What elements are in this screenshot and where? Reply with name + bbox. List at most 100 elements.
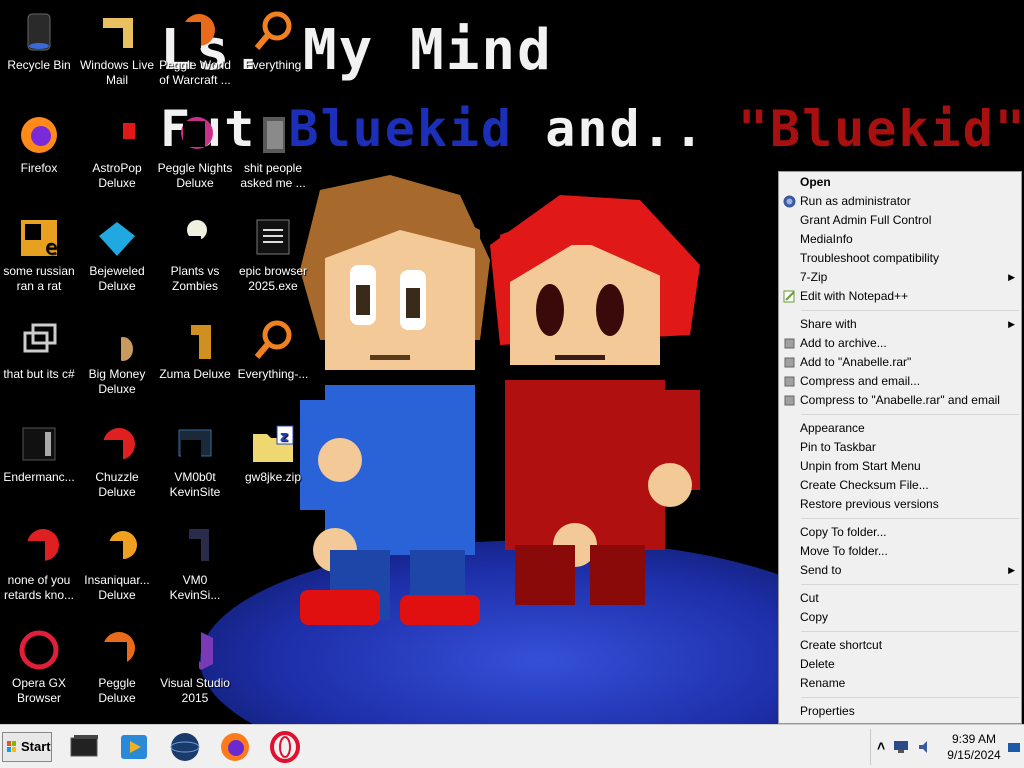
desktop-icon-label: Peggle World of Warcraft ... [159,58,231,87]
menu-item-label: Move To folder... [800,544,888,558]
action-center-icon[interactable] [1007,741,1021,755]
desktop-icon-everything-2[interactable]: Everything-... [234,317,312,382]
menu-item-label: Compress and email... [800,374,921,388]
opera-icon[interactable] [268,730,302,764]
menu-item-create-checksum-file[interactable]: Create Checksum File... [779,476,1021,495]
menu-item-compress-and-email[interactable]: Compress and email... [779,372,1021,391]
start-button[interactable]: Start [2,732,52,762]
menu-item-label: Restore previous versions [800,497,939,511]
network-icon[interactable] [893,740,909,754]
desktop-icon-opera-gx[interactable]: Opera GX Browser [0,626,78,706]
menu-separator [801,584,1019,585]
search-magnifier-icon [254,11,292,50]
menu-item-label: Create Checksum File... [800,478,929,492]
menu-item-label: Compress to "Anabelle.rar" and email [800,393,1000,407]
desktop-icon-vm0b0t-kevinsite[interactable]: VM0b0t KevinSite [156,420,234,500]
menu-item-copy[interactable]: Copy [779,608,1021,627]
peggle-icon [179,14,215,48]
menu-item-share-with[interactable]: Share with ▶ [779,315,1021,334]
menu-item-edit-with-notepad[interactable]: Edit with Notepad++ [779,287,1021,306]
show-hidden-icons-chevron-icon[interactable]: ˄ [877,738,885,754]
menu-item-appearance[interactable]: Appearance [779,419,1021,438]
plants-vs-zombies-icon [179,220,207,258]
desktop-icon-recycle-bin[interactable]: Recycle Bin [0,8,78,73]
menu-item-open[interactable]: Open [779,173,1021,192]
big-money-icon [99,337,133,361]
globe-icon[interactable] [168,730,202,764]
terminal-icon[interactable] [68,730,102,764]
chuzzle-icon [99,428,135,464]
desktop-icon-label: AstroPop Deluxe [92,161,142,190]
desktop-icon-peggle-nights[interactable]: Peggle Nights Deluxe [156,111,234,191]
firefox-icon [21,117,57,153]
menu-item-7zip[interactable]: 7-Zip ▶ [779,268,1021,287]
menu-item-troubleshoot-compatibility[interactable]: Troubleshoot compatibility [779,249,1021,268]
menu-item-pin-to-taskbar[interactable]: Pin to Taskbar [779,438,1021,457]
desktop-icon-some-russian[interactable]: e some russian ran a rat [0,214,78,294]
menu-item-create-shortcut[interactable]: Create shortcut [779,636,1021,655]
desktop-icon-shit-people-asked[interactable]: shit people asked me ... [234,111,312,191]
menu-item-run-as-administrator[interactable]: Run as administrator [779,192,1021,211]
desktop-icon-bejeweled[interactable]: Bejeweled Deluxe [78,214,156,294]
menu-item-copy-to-folder[interactable]: Copy To folder... [779,523,1021,542]
desktop-icon-label: Bejeweled Deluxe [89,264,145,293]
menu-item-label: Share with [800,317,857,331]
desktop-icon-gw8jke-zip[interactable]: z gw8jke.zip [234,420,312,485]
archive-icon [784,357,795,368]
context-menu: Open Run as administrator Grant Admin Fu… [778,171,1022,724]
menu-item-delete[interactable]: Delete [779,655,1021,674]
submenu-arrow-icon: ▶ [1008,565,1015,575]
menu-item-label: Create shortcut [800,638,883,652]
desktop-icon-zuma[interactable]: Zuma Deluxe [156,317,234,382]
menu-item-properties[interactable]: Properties [779,702,1021,721]
desktop-icon-peggle-world-of-warcraft[interactable]: Peggle World of Warcraft ... [156,8,234,88]
desktop-icon-label: Big Money Deluxe [88,367,146,396]
desktop-icon-epic-browser[interactable]: epic browser 2025.exe [234,214,312,294]
clock-date: 9/15/2024 [947,748,1001,762]
desktop[interactable]: Ls. My Mind Fut Bluekid and.. "Bluekid"? [0,0,1024,724]
desktop-icon-vm0-kevinsite[interactable]: VM0 KevinSi... [156,523,234,603]
menu-item-add-to-archive[interactable]: Add to archive... [779,334,1021,353]
menu-item-unpin-from-start-menu[interactable]: Unpin from Start Menu [779,457,1021,476]
firefox-icon[interactable] [218,730,252,764]
media-player-icon[interactable] [117,730,151,764]
desktop-icon-label: Peggle Deluxe [98,676,136,705]
volume-icon[interactable] [917,739,933,755]
desktop-icon-everything[interactable]: Everything [234,8,312,73]
desktop-icon-that-but-its-csharp[interactable]: that but its c# [0,317,78,382]
desktop-icon-visual-studio[interactable]: Visual Studio 2015 [156,626,234,706]
menu-separator [801,697,1019,698]
archive-icon [784,338,795,349]
exe-icon [256,219,290,255]
menu-item-send-to[interactable]: Send to ▶ [779,561,1021,580]
menu-item-label: Properties [800,704,855,718]
menu-item-grant-admin-full-control[interactable]: Grant Admin Full Control [779,211,1021,230]
bejeweled-icon [99,222,135,256]
desktop-icon-label: Recycle Bin [7,58,71,72]
desktop-icon-label: some russian ran a rat [3,264,75,293]
menu-item-restore-previous-versions[interactable]: Restore previous versions [779,495,1021,514]
clock[interactable]: 9:39 AM 9/15/2024 [939,731,1009,763]
desktop-icon-firefox[interactable]: Firefox [0,111,78,176]
system-tray: ˄ 9:39 AM 9/15/2024 [870,729,1023,765]
desktop-icon-plants-vs-zombies[interactable]: Plants vs Zombies [156,214,234,294]
clock-time: 9:39 AM [951,732,997,746]
desktop-icon-astropop[interactable]: AstroPop Deluxe [78,111,156,191]
desktop-icon-insaniquarium[interactable]: Insaniquar... Deluxe [78,523,156,603]
menu-item-compress-to-rar-and-email[interactable]: Compress to "Anabelle.rar" and email [779,391,1021,410]
menu-item-rename[interactable]: Rename [779,674,1021,693]
desktop-icon-windows-live-mail[interactable]: Windows Live Mail [78,8,156,88]
desktop-icon-chuzzle[interactable]: Chuzzle Deluxe [78,420,156,500]
menu-item-add-to-rar[interactable]: Add to "Anabelle.rar" [779,353,1021,372]
windows-logo-icon [7,741,16,752]
desktop-icon-endermanch[interactable]: Endermanc... [0,420,78,485]
menu-item-cut[interactable]: Cut [779,589,1021,608]
desktop-icon-none-of-you[interactable]: none of you retards kno... [0,523,78,603]
menu-item-mediainfo[interactable]: MediaInfo [779,230,1021,249]
recycle-bin-icon [27,13,51,51]
desktop-icon-peggle-deluxe[interactable]: Peggle Deluxe [78,626,156,706]
desktop-icon-big-money[interactable]: Big Money Deluxe [78,317,156,397]
zuma-icon [179,325,211,361]
desktop-icon-label: Insaniquar... Deluxe [84,573,150,602]
menu-item-move-to-folder[interactable]: Move To folder... [779,542,1021,561]
